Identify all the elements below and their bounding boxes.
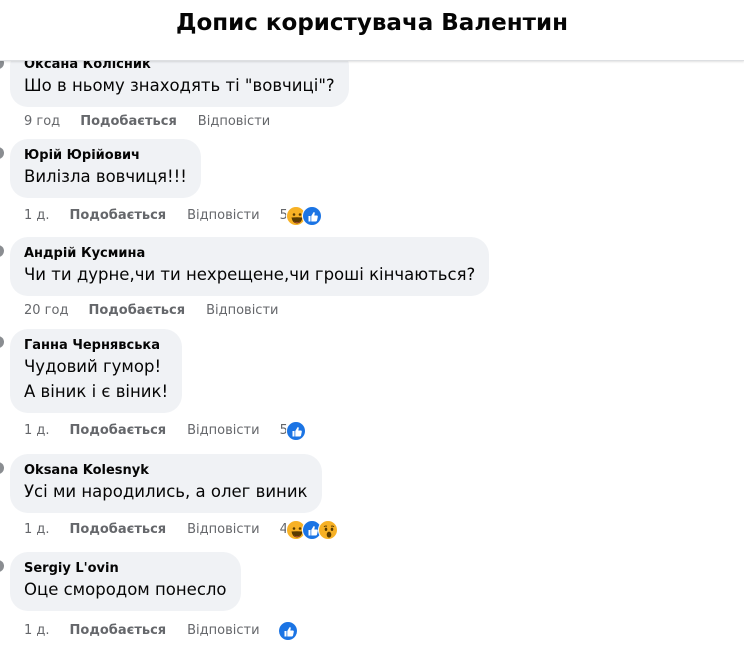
page-header: Допис користувача Валентин	[0, 0, 744, 61]
avatar[interactable]	[0, 560, 4, 572]
avatar[interactable]	[0, 462, 4, 474]
like-icon	[277, 621, 298, 641]
avatar[interactable]	[0, 245, 4, 257]
comment-bubble: Oksana Kolesnyk Усі ми народились, а оле…	[10, 454, 322, 513]
comment-time[interactable]: 9 год	[24, 112, 60, 132]
reply-button[interactable]: Відповісти	[187, 621, 259, 641]
comment-text: Вилізла вовчиця!!!	[24, 167, 187, 186]
comment-time[interactable]: 1 д.	[24, 621, 50, 641]
comment-bubble: Андрій Кусмина Чи ти дурне,чи ти нехреще…	[10, 237, 490, 296]
like-icon	[301, 206, 322, 226]
comment-author[interactable]: Ганна Чернявська	[24, 337, 168, 354]
like-button[interactable]: Подобається	[80, 112, 177, 132]
comment-author[interactable]: Андрій Кусмина	[24, 245, 475, 262]
comment-time[interactable]: 1 д.	[24, 206, 50, 226]
comment-text: Оце смородом понесло	[24, 580, 227, 599]
reply-button[interactable]: Відповісти	[187, 206, 259, 226]
page-title: Допис користувача Валентин	[176, 10, 568, 36]
like-button[interactable]: Подобається	[88, 301, 185, 321]
comment-actions: 1 д. Подобається Відповісти 5	[24, 421, 306, 441]
like-icon	[285, 421, 306, 441]
comment-actions: 1 д. Подобається Відповісти 4	[24, 520, 338, 540]
reactions-summary[interactable]: 5	[280, 206, 322, 226]
comment-actions: 20 год Подобається Відповісти	[24, 301, 298, 321]
avatar[interactable]	[0, 147, 4, 159]
comment-author[interactable]: Юрій Юрійович	[24, 147, 187, 164]
comment-time[interactable]: 1 д.	[24, 520, 50, 540]
wow-icon	[317, 520, 338, 540]
like-button[interactable]: Подобається	[70, 421, 167, 441]
comment-actions: 9 год Подобається Відповісти	[24, 112, 290, 132]
comment-author[interactable]: Oksana Kolesnyk	[24, 462, 308, 479]
comment-text: Усі ми народились, а олег виник	[24, 482, 308, 501]
comment-actions: 1 д. Подобається Відповісти 5	[24, 206, 322, 226]
reactions-summary[interactable]	[277, 621, 298, 641]
reply-button[interactable]: Відповісти	[198, 112, 270, 132]
reply-button[interactable]: Відповісти	[187, 421, 259, 441]
like-button[interactable]: Подобається	[70, 621, 167, 641]
reply-button[interactable]: Відповісти	[206, 301, 278, 321]
like-button[interactable]: Подобається	[70, 206, 167, 226]
comment-text: А віник і є віник!	[24, 382, 169, 401]
comment-text: Шо в ньому знаходять ті "вовчиці"?	[24, 76, 335, 95]
reactions-summary[interactable]: 5	[280, 421, 306, 441]
comment-bubble: Sergiy L'ovin Оце смородом понесло	[10, 552, 241, 611]
avatar[interactable]	[0, 336, 4, 348]
comment-bubble: Ганна Чернявська Чудовий гумор! А віник …	[10, 329, 183, 413]
reply-button[interactable]: Відповісти	[187, 520, 259, 540]
comment-bubble: Юрій Юрійович Вилізла вовчиця!!!	[10, 139, 201, 198]
comment-actions: 1 д. Подобається Відповісти	[24, 621, 298, 641]
comment-text: Чудовий гумор!	[24, 357, 162, 376]
comment-time[interactable]: 1 д.	[24, 421, 50, 441]
reactions-summary[interactable]: 4	[280, 520, 338, 540]
comment-time[interactable]: 20 год	[24, 301, 68, 321]
comment-text: Чи ти дурне,чи ти нехрещене,чи гроші кін…	[24, 265, 476, 284]
comment-author[interactable]: Sergiy L'ovin	[24, 560, 227, 577]
like-button[interactable]: Подобається	[70, 520, 167, 540]
